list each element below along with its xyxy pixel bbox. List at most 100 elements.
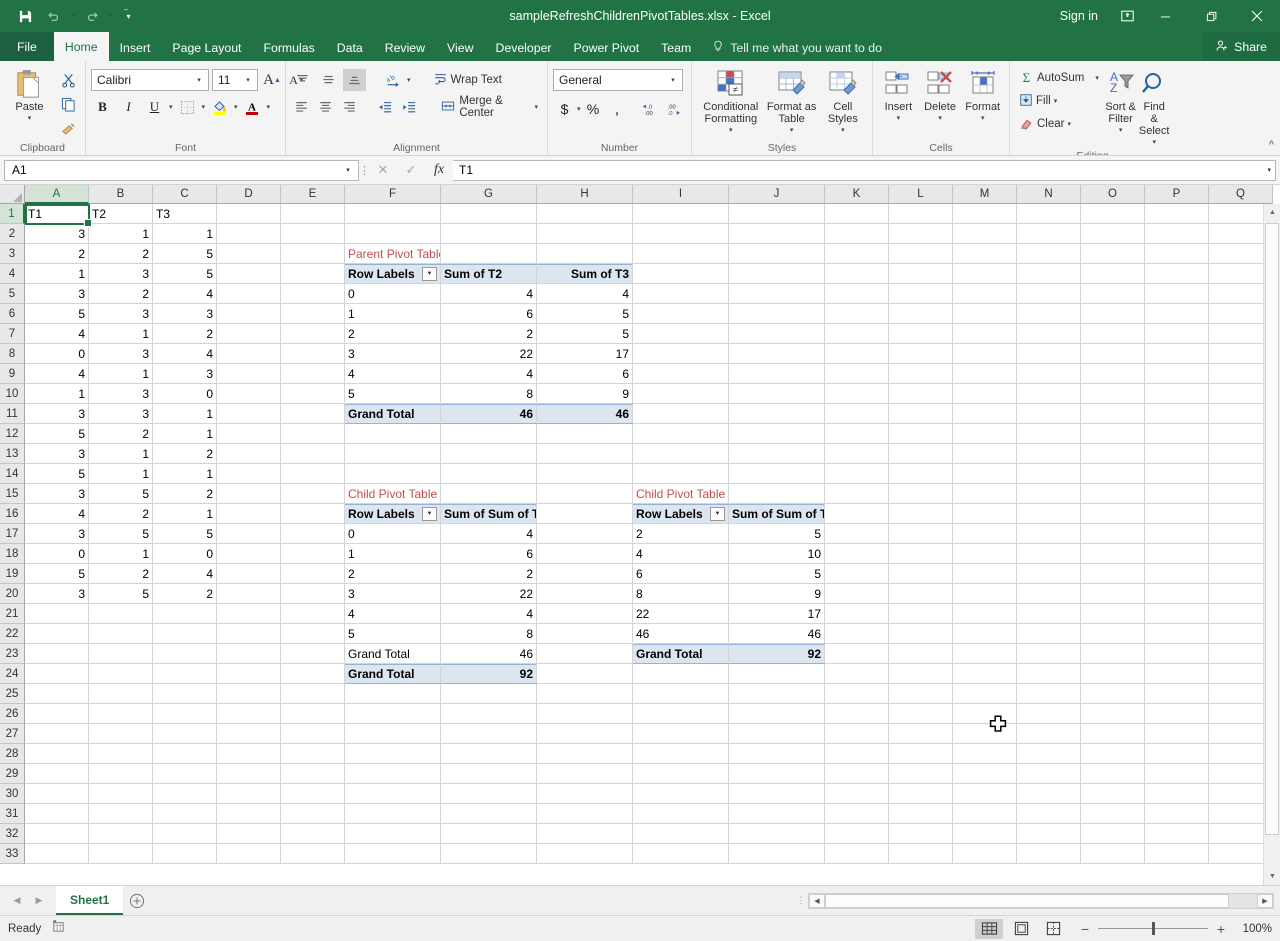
cell-M22[interactable] — [953, 624, 1017, 644]
row-header-18[interactable]: 18 — [0, 544, 25, 564]
cell-K20[interactable] — [825, 584, 889, 604]
cell-H15[interactable] — [537, 484, 633, 504]
cell-O14[interactable] — [1081, 464, 1145, 484]
cell-I1[interactable] — [633, 204, 729, 224]
sign-in-button[interactable]: Sign in — [1046, 9, 1112, 23]
cell-E11[interactable] — [281, 404, 345, 424]
cell-M8[interactable] — [953, 344, 1017, 364]
cell-M21[interactable] — [953, 604, 1017, 624]
cell-A1[interactable]: T1 — [25, 204, 89, 224]
cell-I17[interactable]: 2 — [633, 524, 729, 544]
row-header-14[interactable]: 14 — [0, 464, 25, 484]
cell-E25[interactable] — [281, 684, 345, 704]
find-select-button[interactable]: Find & Select ▾ — [1138, 64, 1170, 149]
cell-O18[interactable] — [1081, 544, 1145, 564]
cell-I12[interactable] — [633, 424, 729, 444]
cell-L8[interactable] — [889, 344, 953, 364]
cell-C4[interactable]: 5 — [153, 264, 217, 284]
row-header-11[interactable]: 11 — [0, 404, 25, 424]
cell-C27[interactable] — [153, 724, 217, 744]
merge-center-dropdown-icon[interactable]: ▾ — [534, 103, 538, 111]
cell-B25[interactable] — [89, 684, 153, 704]
conditional-formatting-dropdown-icon[interactable]: ▾ — [729, 125, 733, 137]
tab-file[interactable]: File — [0, 32, 54, 61]
share-button[interactable]: Share — [1202, 32, 1280, 61]
cell-H28[interactable] — [537, 744, 633, 764]
row-header-9[interactable]: 9 — [0, 364, 25, 384]
cell-F7[interactable]: 2 — [345, 324, 441, 344]
cell-C6[interactable]: 3 — [153, 304, 217, 324]
cell-L4[interactable] — [889, 264, 953, 284]
cell-H11[interactable]: 46 — [537, 404, 633, 424]
column-header-O[interactable]: O — [1081, 185, 1145, 204]
cell-E15[interactable] — [281, 484, 345, 504]
column-header-C[interactable]: C — [153, 185, 217, 204]
cell-J15[interactable] — [729, 484, 825, 504]
cell-N5[interactable] — [1017, 284, 1081, 304]
check-icon[interactable]: ✓ — [397, 159, 425, 181]
cell-E3[interactable] — [281, 244, 345, 264]
cell-C19[interactable]: 4 — [153, 564, 217, 584]
cell-F25[interactable] — [345, 684, 441, 704]
cell-M9[interactable] — [953, 364, 1017, 384]
cell-M23[interactable] — [953, 644, 1017, 664]
cell-D9[interactable] — [217, 364, 281, 384]
column-header-Q[interactable]: Q — [1209, 185, 1273, 204]
chevron-down-icon[interactable]: ▾ — [241, 76, 255, 84]
cell-I7[interactable] — [633, 324, 729, 344]
triangle-right-icon[interactable]: ▶ — [28, 890, 50, 912]
row-header-30[interactable]: 30 — [0, 784, 25, 804]
cell-G33[interactable] — [441, 844, 537, 864]
italic-button[interactable]: I — [117, 96, 140, 118]
cell-F3[interactable]: Parent Pivot Table — [345, 244, 441, 264]
cell-C30[interactable] — [153, 784, 217, 804]
cell-O25[interactable] — [1081, 684, 1145, 704]
number-format-combo[interactable]: General ▾ — [553, 69, 683, 91]
cell-O33[interactable] — [1081, 844, 1145, 864]
cell-A24[interactable] — [25, 664, 89, 684]
cell-P27[interactable] — [1145, 724, 1209, 744]
column-header-G[interactable]: G — [441, 185, 537, 204]
cell-O29[interactable] — [1081, 764, 1145, 784]
sheet-split-grip[interactable]: ⋮ — [794, 895, 808, 906]
cell-N4[interactable] — [1017, 264, 1081, 284]
cell-E19[interactable] — [281, 564, 345, 584]
cell-E12[interactable] — [281, 424, 345, 444]
zoom-level-label[interactable]: 100% — [1234, 923, 1272, 935]
cell-L20[interactable] — [889, 584, 953, 604]
accounting-format-button[interactable]: $ — [553, 98, 576, 120]
cell-J7[interactable] — [729, 324, 825, 344]
cell-D13[interactable] — [217, 444, 281, 464]
cell-E17[interactable] — [281, 524, 345, 544]
cell-J19[interactable]: 5 — [729, 564, 825, 584]
customize-qat-icon[interactable]: ▾‾ — [118, 4, 136, 28]
cell-E33[interactable] — [281, 844, 345, 864]
cell-B24[interactable] — [89, 664, 153, 684]
cell-E29[interactable] — [281, 764, 345, 784]
cell-K27[interactable] — [825, 724, 889, 744]
normal-view-icon[interactable] — [975, 919, 1003, 939]
cell-L1[interactable] — [889, 204, 953, 224]
cell-G6[interactable]: 6 — [441, 304, 537, 324]
cell-J22[interactable]: 46 — [729, 624, 825, 644]
cell-A14[interactable]: 5 — [25, 464, 89, 484]
cell-B20[interactable]: 5 — [89, 584, 153, 604]
cell-J10[interactable] — [729, 384, 825, 404]
cell-F10[interactable]: 5 — [345, 384, 441, 404]
cell-G32[interactable] — [441, 824, 537, 844]
cell-H18[interactable] — [537, 544, 633, 564]
cell-J25[interactable] — [729, 684, 825, 704]
cell-O19[interactable] — [1081, 564, 1145, 584]
cell-N28[interactable] — [1017, 744, 1081, 764]
cell-P22[interactable] — [1145, 624, 1209, 644]
cell-E30[interactable] — [281, 784, 345, 804]
cell-D20[interactable] — [217, 584, 281, 604]
cell-M14[interactable] — [953, 464, 1017, 484]
cell-L14[interactable] — [889, 464, 953, 484]
insert-cells-dropdown-icon[interactable]: ▾ — [897, 113, 901, 125]
cell-B30[interactable] — [89, 784, 153, 804]
cell-E22[interactable] — [281, 624, 345, 644]
cell-A9[interactable]: 4 — [25, 364, 89, 384]
cell-C22[interactable] — [153, 624, 217, 644]
cell-M27[interactable] — [953, 724, 1017, 744]
